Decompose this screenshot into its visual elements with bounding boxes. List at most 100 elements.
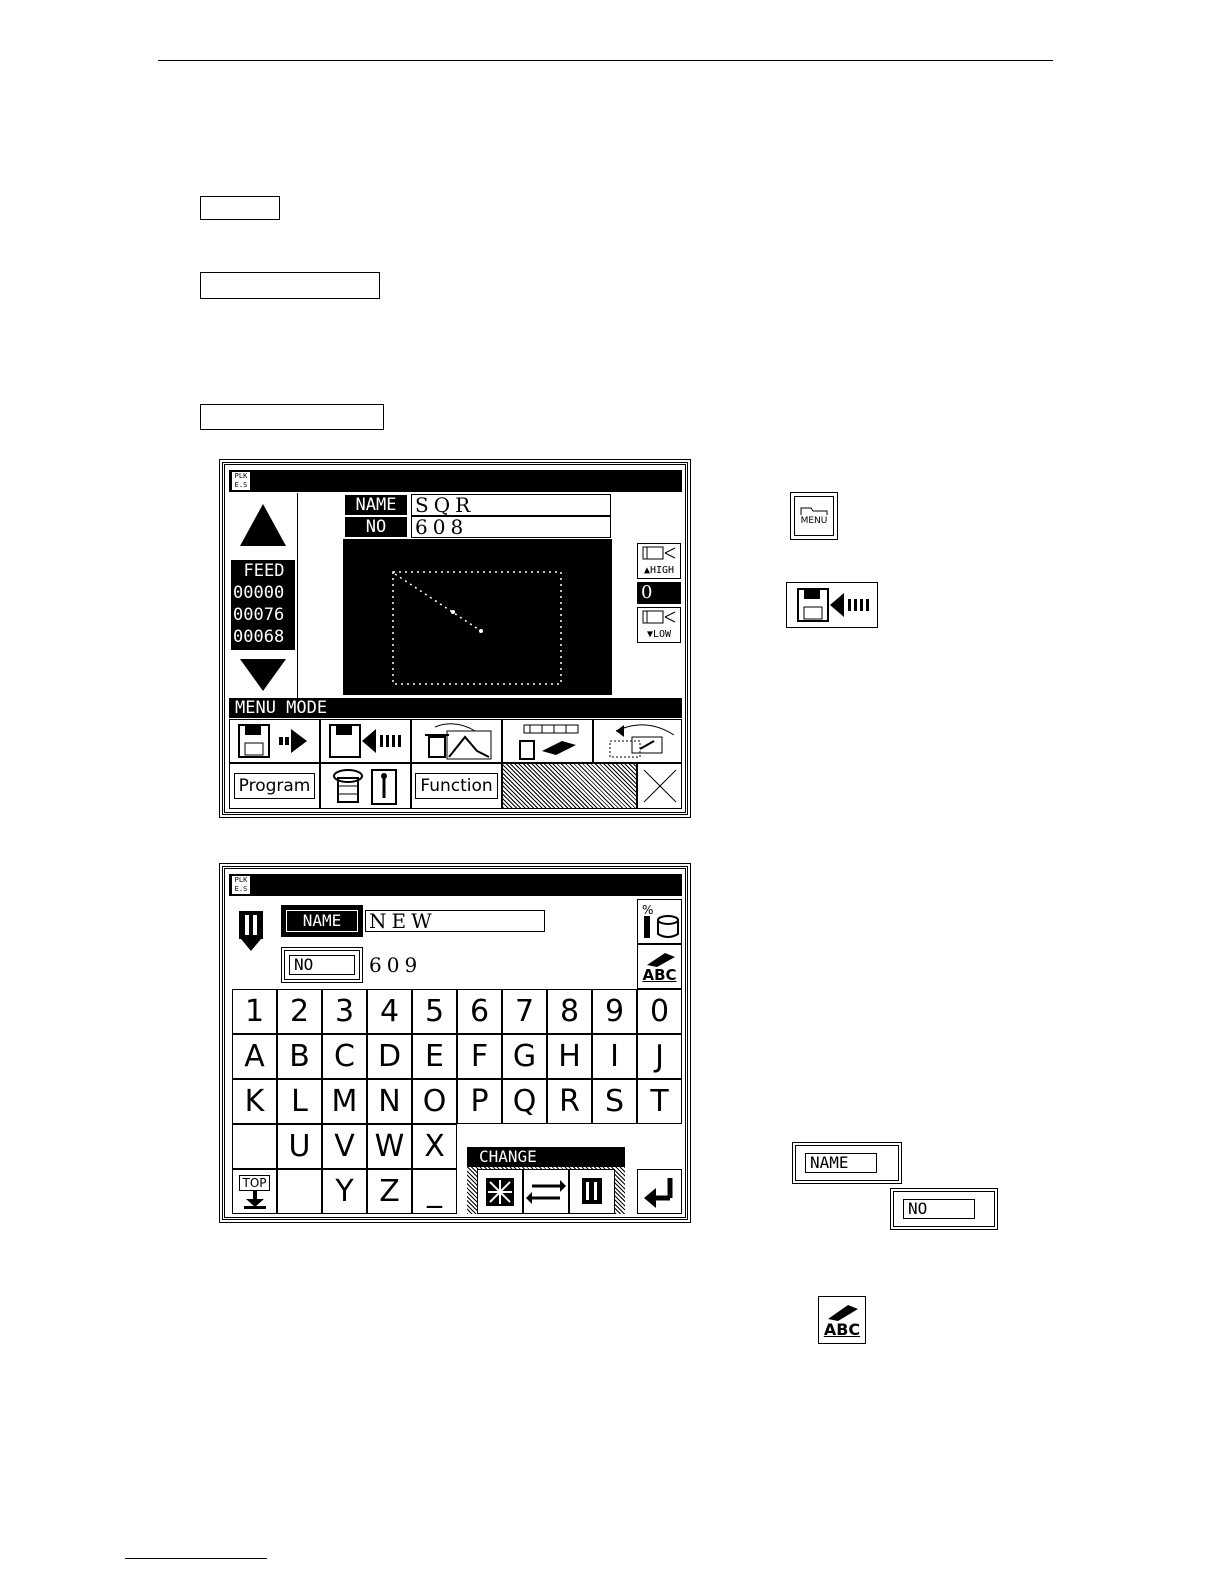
key-j[interactable]: J [637,1034,682,1079]
scroll-up-button[interactable] [231,495,295,555]
key-f[interactable]: F [457,1034,502,1079]
needle-icon [231,909,271,953]
thread-spool-icon [642,546,676,560]
key-x[interactable]: X [412,1124,457,1169]
transfer-icon [609,724,674,758]
down-arrow-icon [240,659,286,691]
key-7[interactable]: 7 [502,989,547,1034]
name-field: SQR [411,494,611,516]
thread-info-button[interactable] [320,763,411,809]
menu-button[interactable]: MENU [790,492,838,540]
feed-value-3: 00068 [233,627,285,647]
no-select-button[interactable]: NO [281,947,363,983]
key-2[interactable]: 2 [277,989,322,1034]
key-h[interactable]: H [547,1034,592,1079]
key-n[interactable]: N [367,1079,412,1124]
eraser-icon [646,952,675,967]
no-label: NO [345,517,407,537]
change-move-button[interactable] [477,1169,523,1214]
key-o[interactable]: O [412,1079,457,1124]
no-side-button[interactable]: NO [890,1188,998,1230]
key-3[interactable]: 3 [322,989,367,1034]
eraser-trash-icon [518,724,578,760]
header-rule [158,60,1053,61]
no-field: 608 [411,516,611,538]
speed-low-button[interactable]: ▼LOW [637,607,681,643]
key-s[interactable]: S [592,1079,637,1124]
move-icon [486,1177,514,1206]
no-value: 609 [369,953,423,977]
step-box-2 [200,272,380,299]
key-z[interactable]: Z [367,1169,412,1214]
floppy-read-side-button[interactable] [786,582,878,628]
key-r[interactable]: R [547,1079,592,1124]
key-g[interactable]: G [502,1034,547,1079]
key-w[interactable]: W [367,1124,412,1169]
key-9[interactable]: 9 [592,989,637,1034]
left-panel-divider [297,493,298,698]
key-e[interactable]: E [412,1034,457,1079]
name-label: NAME [286,910,358,932]
speed-low-label: ▼LOW [646,629,672,640]
key-m[interactable]: M [322,1079,367,1124]
function-button[interactable]: Function [411,763,502,809]
plk-logo-icon: PLK E.S [231,875,251,895]
convert-pattern-button[interactable] [593,719,682,763]
disabled-slot [502,763,637,809]
delete-pattern-button[interactable] [411,719,502,763]
program-button[interactable]: Program [229,763,320,809]
abc-side-button[interactable]: ABC [818,1296,866,1344]
change-needle-button[interactable] [569,1169,615,1214]
abc-erase-button[interactable]: ABC [637,944,682,989]
speed-high-button[interactable]: ▲HIGH [637,543,681,579]
key-1[interactable]: 1 [232,989,277,1034]
close-button[interactable] [637,763,682,809]
floppy-write-button[interactable] [229,719,320,763]
spool-info-icon [332,769,397,805]
key-b[interactable]: B [277,1034,322,1079]
menu-folder-icon [800,507,828,515]
step-box-1 [200,196,280,220]
key-a[interactable]: A [232,1034,277,1079]
name-field[interactable]: NEW [365,910,545,932]
key-underscore[interactable]: _ [412,1169,457,1214]
erase-memory-button[interactable] [502,719,593,763]
key-p[interactable]: P [457,1079,502,1124]
feed-value-1: 00000 [233,583,285,603]
key-i[interactable]: I [592,1034,637,1079]
key-4[interactable]: 4 [367,989,412,1034]
key-6[interactable]: 6 [457,989,502,1034]
key-8[interactable]: 8 [547,989,592,1034]
top-button[interactable]: TOP [232,1169,277,1214]
key-u[interactable]: U [277,1124,322,1169]
pattern-square-icon [392,571,562,685]
key-q[interactable]: Q [502,1079,547,1124]
percent-memory-button[interactable]: % [637,899,682,944]
key-c[interactable]: C [322,1034,367,1079]
enter-button[interactable] [637,1169,682,1214]
floppy-save-icon [237,724,307,758]
percent-drum-icon: % [642,903,679,938]
menu-icon: MENU [800,516,828,526]
menu-mode-screen: PLK-E P1 PLKE.S FEED 00000 00076 00068 N… [219,459,691,818]
screen-title-bar: PLK-E P1 [229,470,682,510]
key-d[interactable]: D [367,1034,412,1079]
pattern-write-screen: PATTERN WRITE MODE PLK E.S NAME NEW NO 60… [219,863,691,1223]
scroll-down-button[interactable] [231,655,295,695]
key-l[interactable]: L [277,1079,322,1124]
key-k[interactable]: K [232,1079,277,1124]
change-swap-button[interactable] [523,1169,569,1214]
key-0[interactable]: 0 [637,989,682,1034]
floppy-read-button[interactable] [320,719,411,763]
needle-bar-icon [582,1177,602,1204]
screen-title-bar: PATTERN WRITE MODE [229,874,682,914]
key-y[interactable]: Y [322,1169,367,1214]
name-select-button[interactable]: NAME [281,905,363,937]
floppy-load-icon [328,724,401,758]
name-side-button[interactable]: NAME [792,1142,902,1184]
key-5[interactable]: 5 [412,989,457,1034]
mode-bar: MENU MODE [229,698,682,718]
key-v[interactable]: V [322,1124,367,1169]
close-icon [643,769,676,803]
key-t[interactable]: T [637,1079,682,1124]
